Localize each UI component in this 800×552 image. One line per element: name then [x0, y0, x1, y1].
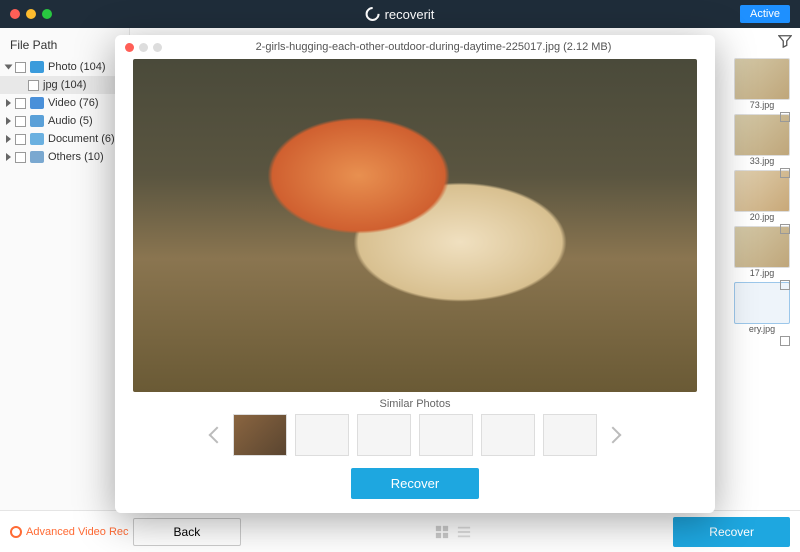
sidebar-item-audio[interactable]: Audio (5) — [0, 112, 129, 130]
chevron-right-icon[interactable] — [6, 135, 11, 143]
video-recovery-icon — [10, 526, 22, 538]
sidebar-item-label: Audio (5) — [48, 115, 93, 127]
thumbnail-column: 73.jpg 33.jpg 20.jpg 17.jpg ery.jpg — [734, 58, 794, 346]
document-icon — [30, 133, 44, 145]
similar-thumb[interactable] — [419, 414, 473, 456]
similar-thumb[interactable] — [543, 414, 597, 456]
back-button[interactable]: Back — [133, 518, 242, 546]
recover-button[interactable]: Recover — [673, 517, 790, 547]
sidebar-item-video[interactable]: Video (76) — [0, 94, 129, 112]
minimize-icon[interactable] — [139, 43, 148, 52]
thumb-label: 73.jpg — [734, 100, 790, 110]
checkbox[interactable] — [15, 116, 26, 127]
close-icon[interactable] — [125, 43, 134, 52]
checkbox[interactable] — [780, 168, 790, 178]
sidebar-item-photo[interactable]: Photo (104) — [0, 58, 129, 76]
chevron-left-icon[interactable] — [209, 427, 226, 444]
thumb-image — [734, 58, 790, 100]
footer-bar: Advanced Video Rec Back Recover — [0, 510, 800, 552]
preview-image-content — [133, 59, 697, 392]
checkbox[interactable] — [15, 62, 26, 73]
audio-icon — [30, 115, 44, 127]
sidebar-item-label: Document (6) — [48, 133, 115, 145]
thumb-label: ery.jpg — [734, 324, 790, 334]
maximize-icon[interactable] — [153, 43, 162, 52]
checkbox[interactable] — [780, 224, 790, 234]
list-view-icon[interactable] — [457, 525, 471, 539]
modal-recover-button[interactable]: Recover — [351, 468, 479, 499]
others-icon — [30, 151, 44, 163]
checkbox[interactable] — [28, 80, 39, 91]
chevron-right-icon[interactable] — [6, 117, 11, 125]
maximize-icon[interactable] — [42, 9, 52, 19]
checkbox[interactable] — [15, 98, 26, 109]
sidebar-item-label: Video (76) — [48, 97, 99, 109]
titlebar: recoverit Active — [0, 0, 800, 28]
close-icon[interactable] — [10, 9, 20, 19]
grid-view-icon[interactable] — [435, 525, 449, 539]
active-button[interactable]: Active — [740, 5, 790, 23]
photo-icon — [30, 61, 44, 73]
chevron-right-icon[interactable] — [6, 153, 11, 161]
modal-window-controls[interactable] — [125, 43, 162, 52]
video-icon — [30, 97, 44, 109]
checkbox[interactable] — [15, 152, 26, 163]
checkbox[interactable] — [780, 112, 790, 122]
similar-thumb[interactable] — [481, 414, 535, 456]
brand-icon — [363, 4, 383, 24]
preview-image — [133, 59, 697, 392]
checkbox[interactable] — [780, 336, 790, 346]
filter-icon[interactable] — [778, 34, 792, 48]
sidebar-item-jpg[interactable]: jpg (104) — [0, 76, 129, 94]
sidebar-item-document[interactable]: Document (6) — [0, 130, 129, 148]
thumbnail-item[interactable]: 73.jpg — [734, 58, 790, 110]
chevron-down-icon[interactable] — [5, 65, 13, 70]
sidebar-title: File Path — [0, 34, 129, 58]
preview-modal: 2-girls-hugging-each-other-outdoor-durin… — [115, 35, 715, 513]
modal-titlebar: 2-girls-hugging-each-other-outdoor-durin… — [115, 35, 715, 59]
advanced-video-link[interactable]: Advanced Video Rec — [10, 526, 129, 538]
sidebar-item-label: Others (10) — [48, 151, 104, 163]
window-controls[interactable] — [10, 9, 52, 19]
minimize-icon[interactable] — [26, 9, 36, 19]
similar-thumb[interactable] — [357, 414, 411, 456]
sidebar-item-label: jpg (104) — [43, 79, 86, 91]
similar-thumb[interactable] — [233, 414, 287, 456]
sidebar-item-label: Photo (104) — [48, 61, 105, 73]
chevron-right-icon[interactable] — [6, 99, 11, 107]
thumb-label: 20.jpg — [734, 212, 790, 222]
thumb-label: 17.jpg — [734, 268, 790, 278]
app-name: recoverit — [385, 7, 435, 22]
similar-photos-row — [115, 414, 715, 456]
checkbox[interactable] — [15, 134, 26, 145]
similar-thumbs — [233, 414, 597, 456]
similar-photos-title: Similar Photos — [115, 392, 715, 414]
thumb-label: 33.jpg — [734, 156, 790, 166]
sidebar: File Path Photo (104) jpg (104) Video (7… — [0, 28, 130, 510]
advanced-label: Advanced Video Rec — [26, 526, 129, 538]
chevron-right-icon[interactable] — [605, 427, 622, 444]
modal-filename: 2-girls-hugging-each-other-outdoor-durin… — [162, 41, 705, 53]
checkbox[interactable] — [780, 280, 790, 290]
app-brand: recoverit — [366, 7, 435, 22]
similar-thumb[interactable] — [295, 414, 349, 456]
sidebar-item-others[interactable]: Others (10) — [0, 148, 129, 166]
